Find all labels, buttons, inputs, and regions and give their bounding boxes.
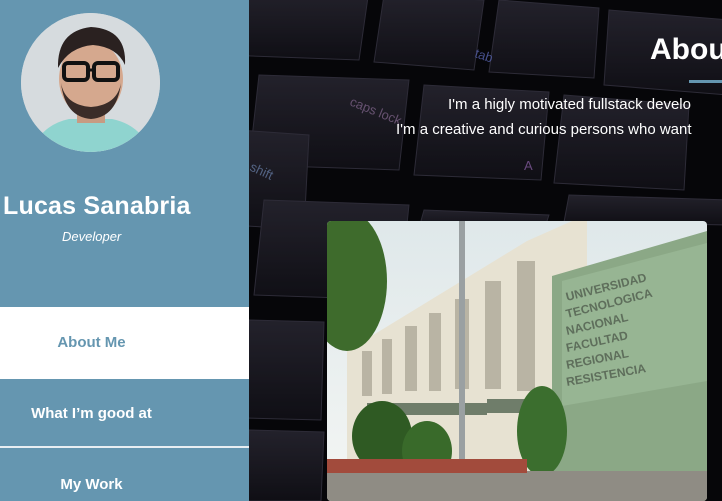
nav-item-my-work[interactable]: My Work [0, 448, 249, 501]
sidebar-nav: About Me What I’m good at My Work [0, 307, 249, 501]
about-text-line-1: I'm a higly motivated fullstack develo [448, 96, 691, 113]
about-section: caps lock shift tab A About I'm a higly … [249, 0, 722, 501]
nav-item-about-me[interactable]: About Me [0, 307, 249, 379]
university-building-photo: UNIVERSIDAD TECNOLOGICA NACIONAL FACULTA… [327, 221, 707, 501]
profile-avatar [21, 13, 160, 152]
profile-role: Developer [62, 229, 122, 244]
title-underline [689, 80, 722, 83]
profile-name: Lucas Sanabria [3, 192, 191, 220]
about-title: About [650, 33, 722, 66]
about-text-line-2: I'm a creative and curious persons who w… [396, 121, 692, 138]
sidebar: Lucas Sanabria Developer About Me What I… [0, 0, 249, 501]
nav-item-what-im-good-at[interactable]: What I’m good at [0, 379, 249, 448]
